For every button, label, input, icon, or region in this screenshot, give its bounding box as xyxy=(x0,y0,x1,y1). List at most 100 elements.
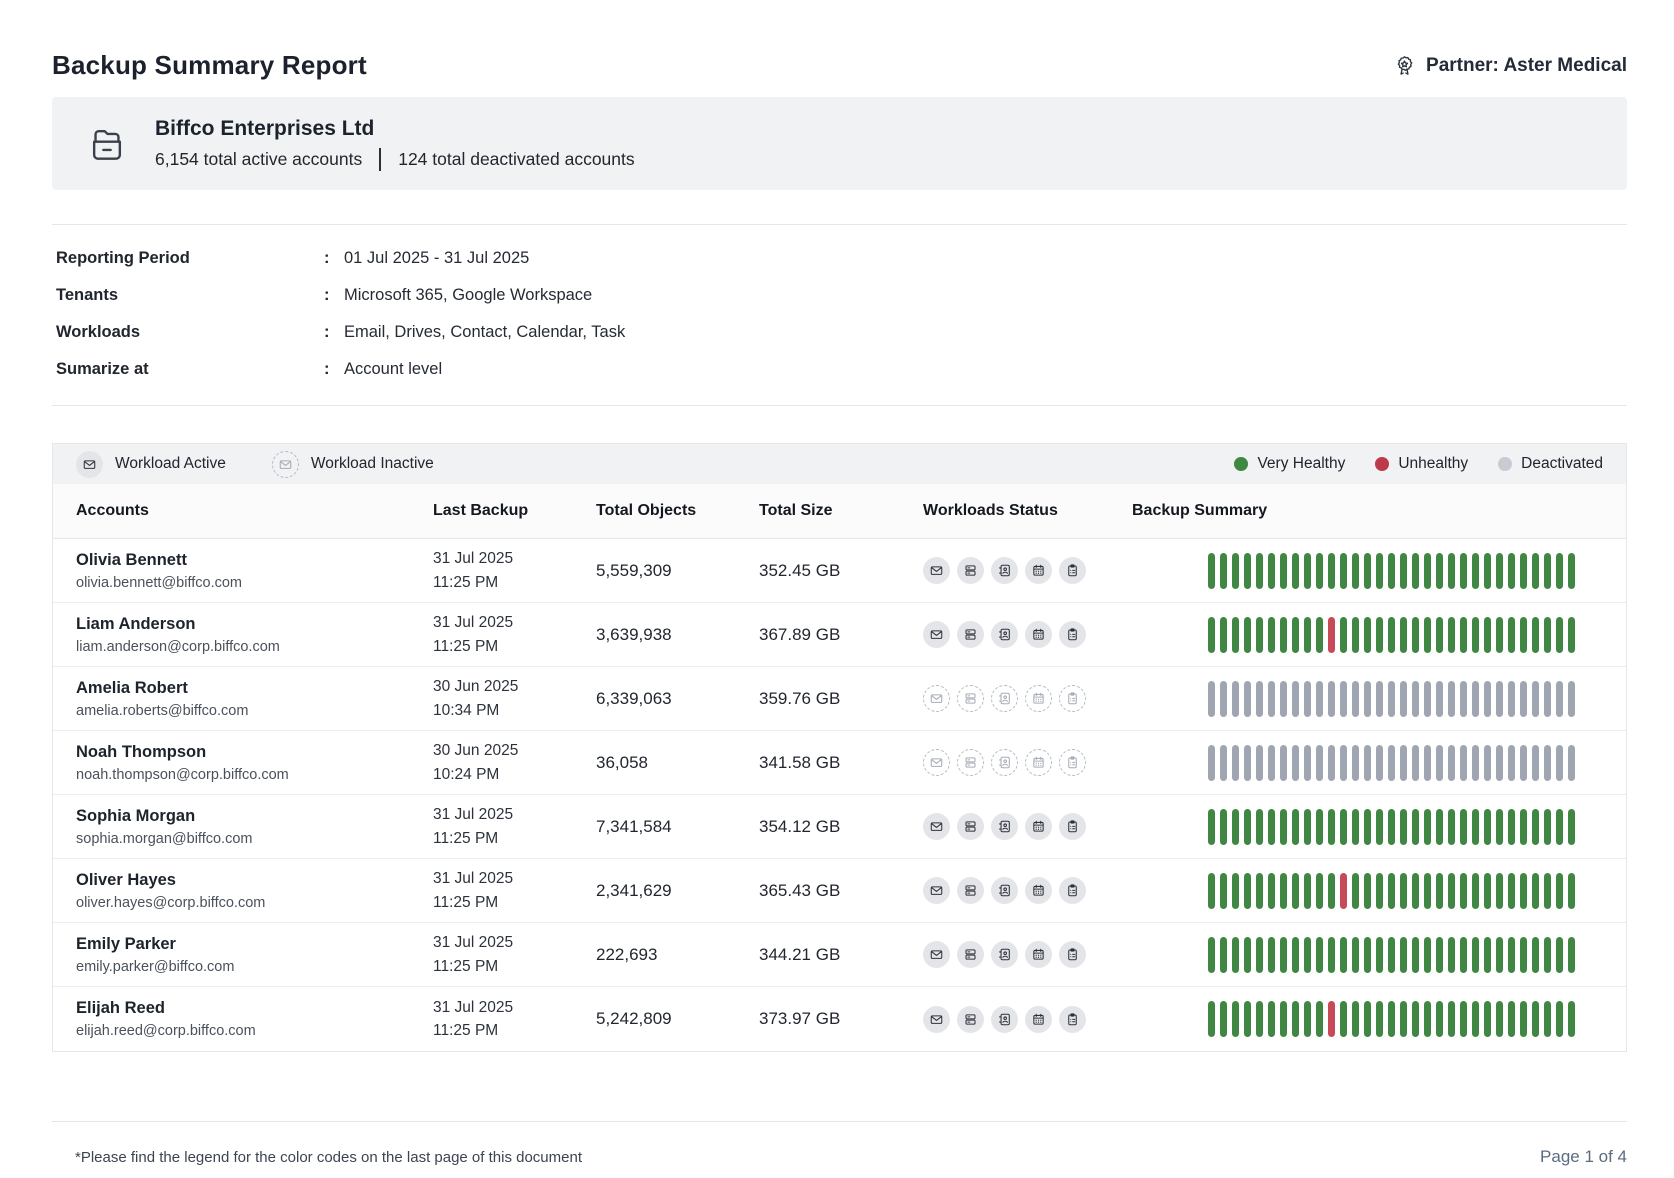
backup-day-bar xyxy=(1508,553,1515,589)
backup-day-bar xyxy=(1316,745,1323,781)
backup-day-bar xyxy=(1472,873,1479,909)
total-objects-value: 7,341,584 xyxy=(573,817,736,837)
backup-day-bar xyxy=(1520,617,1527,653)
last-backup-date: 31 Jul 2025 xyxy=(433,547,573,570)
backup-day-bar xyxy=(1532,809,1539,845)
company-stats: 6,154 total active accounts 124 total de… xyxy=(155,148,635,171)
detail-value: 01 Jul 2025 - 31 Jul 2025 xyxy=(342,249,1623,268)
backup-day-bar xyxy=(1340,745,1347,781)
backup-day-bar xyxy=(1340,681,1347,717)
last-backup-date: 31 Jul 2025 xyxy=(433,996,573,1019)
backup-day-bar xyxy=(1292,1001,1299,1037)
backup-day-bar xyxy=(1544,617,1551,653)
email-icon xyxy=(923,813,950,840)
backup-summary-cell xyxy=(1109,745,1626,781)
backup-summary-report-page: Backup Summary Report Partner: Aster Med… xyxy=(0,0,1674,1167)
email-icon xyxy=(923,1006,950,1033)
task-icon xyxy=(1059,621,1086,648)
backup-day-bar xyxy=(1220,1001,1227,1037)
backup-day-bar xyxy=(1460,553,1467,589)
backup-day-bar xyxy=(1484,553,1491,589)
backup-day-bar xyxy=(1328,553,1335,589)
backup-day-bar xyxy=(1388,617,1395,653)
backup-day-bar xyxy=(1220,937,1227,973)
last-backup-date: 30 Jun 2025 xyxy=(433,675,573,698)
backup-day-bar xyxy=(1244,745,1251,781)
drives-icon xyxy=(957,557,984,584)
backup-day-bar xyxy=(1376,937,1383,973)
backup-day-bar xyxy=(1568,937,1575,973)
backup-day-bar xyxy=(1388,681,1395,717)
backup-day-bar xyxy=(1292,937,1299,973)
contact-icon xyxy=(991,685,1018,712)
col-accounts: Accounts xyxy=(53,502,410,520)
task-icon xyxy=(1059,557,1086,584)
backup-summary-cell xyxy=(1109,1001,1626,1037)
last-backup-time: 11:25 PM xyxy=(433,891,573,914)
total-size-value: 367.89 GB xyxy=(736,625,900,645)
backup-day-bar xyxy=(1364,873,1371,909)
backup-day-bar xyxy=(1400,745,1407,781)
backup-day-bar xyxy=(1304,681,1311,717)
contact-icon xyxy=(991,1006,1018,1033)
backup-day-bar xyxy=(1256,681,1263,717)
table-body: Olivia Bennett olivia.bennett@biffco.com… xyxy=(53,539,1626,1051)
total-size-value: 341.58 GB xyxy=(736,753,900,773)
backup-day-bar xyxy=(1388,937,1395,973)
backup-day-bar xyxy=(1208,617,1215,653)
backup-day-bar xyxy=(1436,553,1443,589)
calendar-icon xyxy=(1025,749,1052,776)
backup-day-bar xyxy=(1340,937,1347,973)
backup-summary-cell xyxy=(1109,809,1626,845)
backup-day-bar xyxy=(1328,809,1335,845)
backup-day-bar xyxy=(1568,745,1575,781)
detail-row-tenants: Tenants : Microsoft 365, Google Workspac… xyxy=(52,277,1627,314)
backup-day-bar xyxy=(1364,809,1371,845)
contact-icon xyxy=(991,557,1018,584)
last-backup-cell: 31 Jul 2025 11:25 PM xyxy=(410,931,573,978)
account-name: Emily Parker xyxy=(76,935,410,954)
backup-day-bar xyxy=(1400,809,1407,845)
backup-day-bar xyxy=(1352,553,1359,589)
backup-day-bar xyxy=(1232,617,1239,653)
backup-day-bar xyxy=(1556,809,1563,845)
backup-day-bar xyxy=(1400,617,1407,653)
backup-day-bar xyxy=(1412,1001,1419,1037)
account-cell: Olivia Bennett olivia.bennett@biffco.com xyxy=(53,551,410,591)
table-row: Amelia Robert amelia.roberts@biffco.com … xyxy=(53,667,1626,731)
backup-day-bar xyxy=(1460,937,1467,973)
last-backup-time: 11:25 PM xyxy=(433,571,573,594)
backup-day-bar xyxy=(1484,681,1491,717)
table-row: Oliver Hayes oliver.hayes@corp.biffco.co… xyxy=(53,859,1626,923)
backup-day-bar xyxy=(1484,937,1491,973)
backup-summary-bars xyxy=(1208,937,1626,973)
backup-day-bar xyxy=(1496,617,1503,653)
backup-day-bar xyxy=(1508,745,1515,781)
account-cell: Emily Parker emily.parker@biffco.com xyxy=(53,935,410,975)
drives-icon xyxy=(957,685,984,712)
backup-day-bar xyxy=(1424,745,1431,781)
backup-day-bar xyxy=(1292,873,1299,909)
calendar-icon xyxy=(1025,941,1052,968)
email-icon xyxy=(923,557,950,584)
workload-status-icons xyxy=(900,685,1109,712)
backup-day-bar xyxy=(1208,809,1215,845)
last-backup-cell: 31 Jul 2025 11:25 PM xyxy=(410,803,573,850)
detail-row-workloads: Workloads : Email, Drives, Contact, Cale… xyxy=(52,314,1627,351)
backup-day-bar xyxy=(1508,681,1515,717)
page-indicator: Page 1 of 4 xyxy=(1540,1147,1627,1167)
backup-day-bar xyxy=(1244,937,1251,973)
backup-day-bar xyxy=(1244,1001,1251,1037)
backup-day-bar xyxy=(1472,617,1479,653)
backup-day-bar xyxy=(1400,681,1407,717)
backup-day-bar xyxy=(1244,873,1251,909)
backup-summary-bars xyxy=(1208,553,1626,589)
backup-day-bar xyxy=(1508,617,1515,653)
backup-day-bar xyxy=(1484,1001,1491,1037)
backup-day-bar xyxy=(1448,937,1455,973)
backup-day-bar xyxy=(1304,937,1311,973)
backup-day-bar xyxy=(1448,1001,1455,1037)
backup-day-bar xyxy=(1388,745,1395,781)
backup-day-bar xyxy=(1256,617,1263,653)
backup-day-bar xyxy=(1220,809,1227,845)
